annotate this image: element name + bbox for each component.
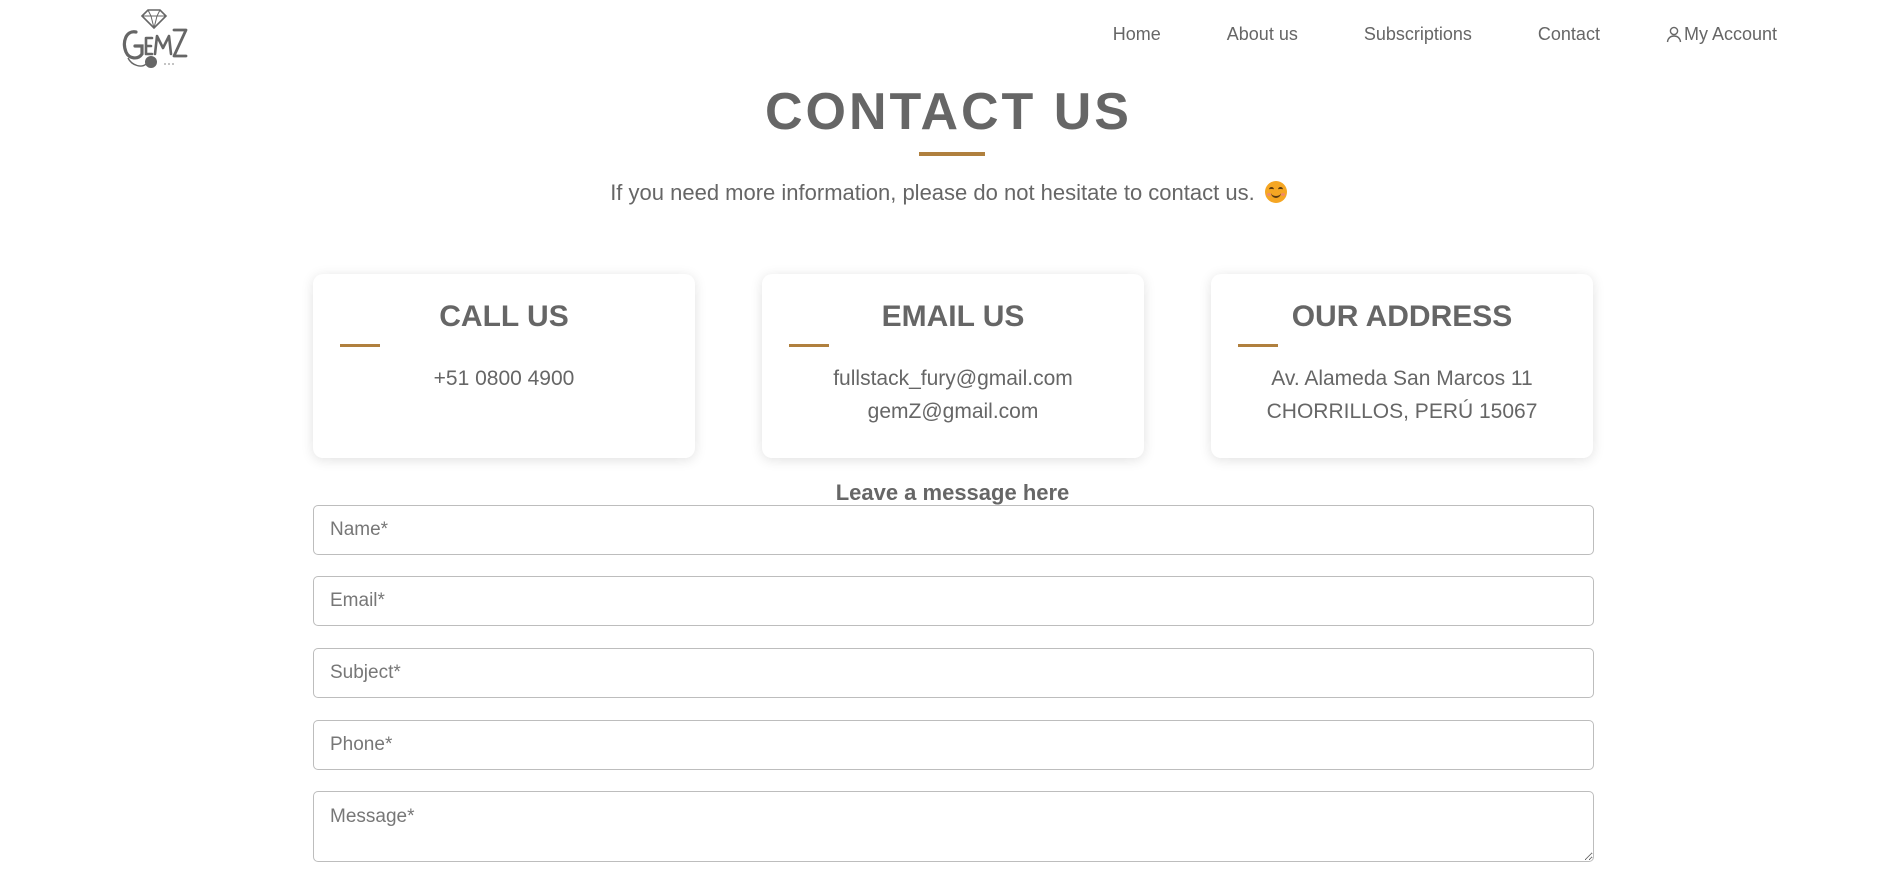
nav-about-us[interactable]: About us xyxy=(1227,24,1298,45)
card-body: fullstack_fury@gmail.com gemZ@gmail.com xyxy=(762,362,1144,428)
name-field[interactable] xyxy=(313,505,1594,555)
card-accent-line xyxy=(1238,344,1278,347)
nav-subscriptions[interactable]: Subscriptions xyxy=(1364,24,1472,45)
call-us-card: CALL US +51 0800 4900 xyxy=(313,274,695,458)
title-underline xyxy=(919,152,985,156)
email-us-card: EMAIL US fullstack_fury@gmail.com gemZ@g… xyxy=(762,274,1144,458)
our-address-card: OUR ADDRESS Av. Alameda San Marcos 11 CH… xyxy=(1211,274,1593,458)
card-accent-line xyxy=(789,344,829,347)
email-address: gemZ@gmail.com xyxy=(867,400,1039,423)
card-title: OUR ADDRESS xyxy=(1291,300,1513,333)
card-title: EMAIL US xyxy=(881,300,1025,333)
subject-field[interactable] xyxy=(313,648,1594,698)
email-address: fullstack_fury@gmail.com xyxy=(833,367,1073,390)
nav-home[interactable]: Home xyxy=(1113,24,1161,45)
site-header: Home About us Subscriptions Contact My A… xyxy=(0,0,1897,76)
card-title: CALL US xyxy=(439,300,569,333)
card-body: Av. Alameda San Marcos 11 CHORRILLOS, PE… xyxy=(1211,362,1593,428)
contact-page: Home About us Subscriptions Contact My A… xyxy=(0,0,1897,894)
smiling-face-icon xyxy=(1264,181,1287,203)
message-field[interactable] xyxy=(313,791,1594,862)
phone-number: +51 0800 4900 xyxy=(433,367,575,390)
page-title: CONTACT US xyxy=(764,83,1132,141)
gemz-logo-icon xyxy=(122,9,188,68)
main-nav: Home About us Subscriptions Contact My A… xyxy=(1113,24,1777,45)
nav-my-account-label: My Account xyxy=(1683,24,1777,44)
page-subtitle-text: If you need more information, please do … xyxy=(610,180,1255,205)
card-accent-line xyxy=(340,344,380,347)
page-subtitle: If you need more information, please do … xyxy=(0,180,1897,206)
nav-my-account[interactable]: My Account xyxy=(1666,24,1777,45)
phone-field[interactable] xyxy=(313,720,1594,770)
user-icon xyxy=(1666,26,1682,44)
address-line: Av. Alameda San Marcos 11 xyxy=(1271,367,1533,390)
form-heading: Leave a message here xyxy=(835,480,1070,505)
nav-contact[interactable]: Contact xyxy=(1538,24,1600,45)
email-field[interactable] xyxy=(313,576,1594,626)
card-body: +51 0800 4900 xyxy=(313,362,695,395)
address-line: CHORRILLOS, PERÚ 15067 xyxy=(1266,400,1538,423)
gemz-logo[interactable] xyxy=(118,6,190,70)
